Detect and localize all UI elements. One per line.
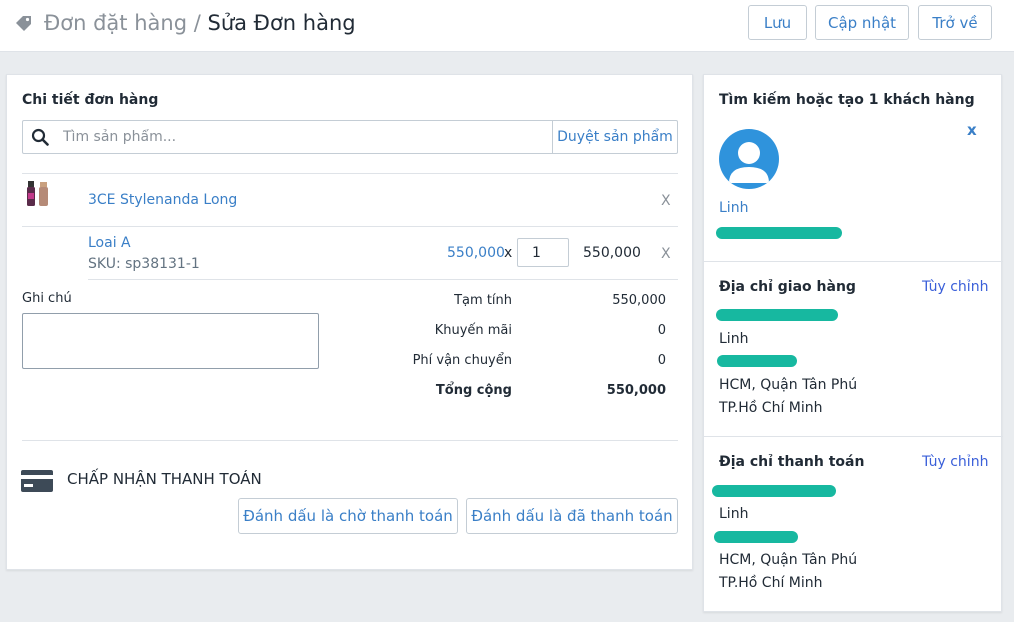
subtotal-label: Tạm tính (454, 293, 512, 308)
variant-sku: SKU: sp38131-1 (88, 256, 200, 272)
mark-paid-button[interactable]: Đánh dấu là đã thanh toán (466, 498, 678, 534)
discount-value: 0 (657, 323, 666, 338)
redacted-email (716, 227, 842, 239)
redacted-billing-phone (714, 531, 798, 543)
tag-icon (16, 16, 31, 31)
customer-title: Tìm kiếm hoặc tạo 1 khách hàng (719, 92, 975, 108)
product-name-link[interactable]: 3CE Stylenanda Long (88, 192, 237, 208)
avatar-icon (719, 129, 779, 189)
note-label: Ghi chú (22, 291, 72, 306)
shipping-address-line1: HCM, Quận Tân Phú (719, 377, 858, 393)
discount-label: Khuyến mãi (434, 323, 512, 338)
subtotal-value: 550,000 (612, 293, 666, 308)
quantity-input[interactable] (517, 238, 569, 267)
update-button[interactable]: Cập nhật (815, 5, 909, 40)
breadcrumb-separator: / (193, 11, 201, 35)
shipping-fee-value: 0 (657, 353, 666, 368)
order-details-title: Chi tiết đơn hàng (22, 92, 159, 108)
variant-name-link[interactable]: Loai A (88, 235, 131, 251)
product-search-input[interactable] (63, 125, 543, 149)
billing-address-title: Địa chỉ thanh toán (719, 454, 865, 470)
divider (88, 279, 678, 280)
back-button[interactable]: Trở về (918, 5, 992, 40)
divider (704, 436, 1003, 437)
redacted-shipping-phone (717, 355, 797, 367)
shipping-address-line2: TP.Hồ Chí Minh (719, 400, 823, 416)
note-textarea[interactable] (22, 313, 319, 369)
billing-name: Linh (719, 506, 749, 522)
page-title: Sửa Đơn hàng (207, 11, 356, 35)
line-total: 550,000 (583, 245, 641, 261)
shipping-customize-link[interactable]: Tùy chỉnh (922, 279, 988, 295)
remove-product-button[interactable]: X (661, 193, 671, 209)
close-icon[interactable]: x (967, 121, 977, 139)
divider (22, 440, 678, 441)
times-sign: x (504, 245, 513, 261)
remove-variant-button[interactable]: X (661, 246, 671, 262)
total-value: 550,000 (606, 383, 666, 398)
payment-title: CHẤP NHẬN THANH TOÁN (67, 470, 262, 488)
mark-pending-button[interactable]: Đánh dấu là chờ thanh toán (238, 498, 458, 534)
credit-card-icon (21, 470, 53, 492)
shipping-fee-label: Phí vận chuyển (412, 353, 512, 368)
billing-customize-link[interactable]: Tùy chỉnh (922, 454, 988, 470)
shipping-address-title: Địa chỉ giao hàng (719, 279, 856, 295)
search-icon (31, 128, 49, 146)
product-thumbnail (27, 181, 48, 206)
billing-address-line2: TP.Hồ Chí Minh (719, 575, 823, 591)
product-search: Duyệt sản phẩm (22, 120, 678, 154)
redacted-shipping-email (716, 309, 838, 321)
customer-card: Tìm kiếm hoặc tạo 1 khách hàng x Linh Đị… (703, 74, 1003, 612)
breadcrumb: Đơn đặt hàng / Sửa Đơn hàng (44, 11, 356, 35)
divider (22, 173, 678, 174)
save-button[interactable]: Lưu (748, 5, 807, 40)
redacted-billing-email (712, 485, 836, 497)
divider (22, 226, 678, 227)
top-header: Đơn đặt hàng / Sửa Đơn hàng Lưu Cập nhật… (0, 0, 1014, 52)
billing-address-line1: HCM, Quận Tân Phú (719, 552, 858, 568)
breadcrumb-parent[interactable]: Đơn đặt hàng (44, 11, 187, 35)
total-label: Tổng cộng (435, 383, 512, 398)
unit-price-link[interactable]: 550,000 (447, 245, 505, 261)
order-details-card: Chi tiết đơn hàng Duyệt sản phẩm 3CE Sty… (6, 74, 693, 570)
customer-name-link[interactable]: Linh (719, 200, 748, 216)
shipping-name: Linh (719, 331, 749, 347)
divider (704, 261, 1003, 262)
browse-products-button[interactable]: Duyệt sản phẩm (552, 121, 677, 153)
